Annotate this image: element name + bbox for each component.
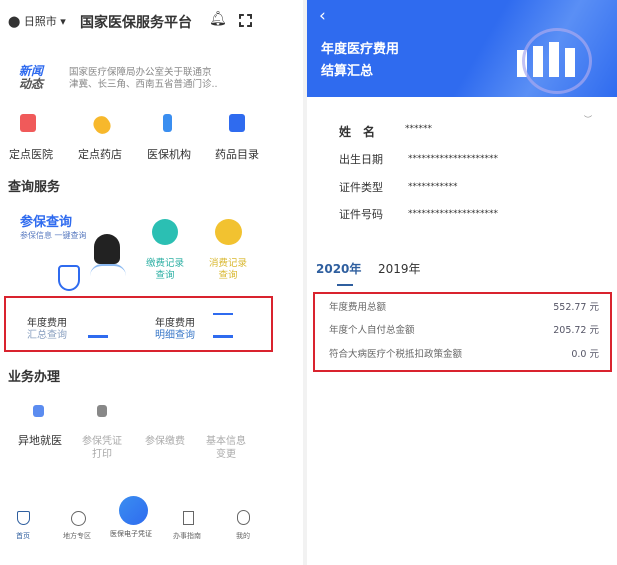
section-title-business: 业务办理	[8, 370, 61, 385]
location-icon: ⬤	[8, 15, 21, 28]
scan-icon[interactable]	[239, 14, 252, 27]
label: 变更	[216, 449, 236, 460]
home-shield-icon	[17, 511, 30, 525]
info-value: ***********	[408, 182, 458, 192]
header-title-2: 结算汇总	[321, 64, 374, 79]
label: 异地就医	[18, 434, 62, 447]
header-banner: ‹ 年度医疗费用 结算汇总	[307, 0, 617, 97]
news-banner[interactable]: 新闻 动态 国家医疗保障局办公室关于联通京 津冀、长三角、西南五省普通门诊..	[0, 55, 303, 95]
eye-hidden-icon[interactable]: ︶	[584, 114, 592, 125]
info-label: 姓 名	[339, 125, 376, 139]
chart-icon	[88, 330, 108, 338]
info-value: ********************	[408, 154, 498, 164]
currency-icon	[152, 219, 178, 245]
info-label: 证件号码	[339, 208, 383, 221]
remote-icon	[33, 405, 44, 417]
label: 参保缴费	[145, 436, 185, 447]
receipt-icon	[215, 219, 242, 245]
label: 打印	[92, 449, 112, 460]
quick-label: 定点医院	[9, 148, 53, 161]
nav-label: 我的	[236, 532, 250, 540]
hospital-icon	[20, 114, 36, 132]
app-title: 国家医保服务平台	[80, 15, 192, 31]
nav-label: 医保电子凭证	[110, 530, 152, 538]
header-title: 年度医疗费用	[321, 42, 400, 57]
quick-label: 医保机构	[147, 148, 191, 161]
avatar-illustration	[94, 234, 120, 264]
print-icon	[97, 405, 107, 417]
label: 查询	[155, 270, 175, 281]
news-text-2: 津冀、长三角、西南五省普通门诊..	[69, 79, 218, 90]
label: 查询	[218, 270, 238, 281]
city-label: 日照市	[23, 15, 57, 28]
quick-label: 定点药店	[78, 148, 122, 161]
book-icon	[229, 114, 245, 132]
nav-label: 地方专区	[63, 532, 91, 540]
document-icon	[183, 511, 194, 525]
back-icon[interactable]: ‹	[319, 6, 326, 26]
tab-2020[interactable]: 2020年	[316, 260, 361, 277]
info-value: ********************	[408, 209, 498, 219]
row-value: 205.72 元	[553, 325, 599, 336]
figure-body	[90, 264, 126, 292]
news-badge-2: 动态	[19, 77, 44, 91]
tab-2019[interactable]: 2019年	[378, 260, 421, 277]
card-subtitle: 参保信息 一键查询	[20, 231, 87, 240]
row-value: 552.77 元	[553, 302, 599, 313]
nav-label: 办事指南	[173, 532, 201, 540]
shield-icon	[58, 265, 80, 291]
bell-icon[interactable]: 🔔︎	[209, 11, 227, 27]
nav-label: 首页	[16, 532, 30, 540]
chart-icon	[213, 313, 233, 338]
row-label: 年度费用总额	[329, 302, 387, 313]
pill-icon	[90, 113, 114, 137]
row-label: 年度个人自付总金额	[329, 325, 415, 336]
city-selector[interactable]: ⬤ 日照市 ▾	[8, 13, 66, 29]
row-label: 符合大病医疗个税抵扣政策金额	[329, 349, 463, 360]
info-label: 证件类型	[339, 181, 383, 194]
info-label: 出生日期	[339, 153, 383, 166]
user-icon	[237, 510, 250, 525]
info-value: ******	[405, 124, 432, 134]
agency-icon	[163, 114, 172, 132]
label: 明细查询	[155, 330, 195, 341]
home-screen: ⬤ 日照市 ▾ 国家医保服务平台 🔔︎ 新闻 动态 国家医疗保障局办公室关于联通…	[0, 0, 303, 565]
row-value: 0.0 元	[571, 349, 599, 360]
annual-summary-screen: ‹ 年度医疗费用 结算汇总 ︶ 姓 名 ****** 出生日期 **********…	[307, 0, 617, 565]
qr-code-icon	[119, 496, 148, 525]
label: 汇总查询	[27, 330, 67, 341]
card-title: 参保查询	[20, 215, 73, 230]
active-tab-indicator	[337, 284, 353, 286]
target-icon	[71, 511, 86, 526]
quick-label: 药品目录	[215, 148, 259, 161]
section-title-query: 查询服务	[8, 180, 61, 195]
